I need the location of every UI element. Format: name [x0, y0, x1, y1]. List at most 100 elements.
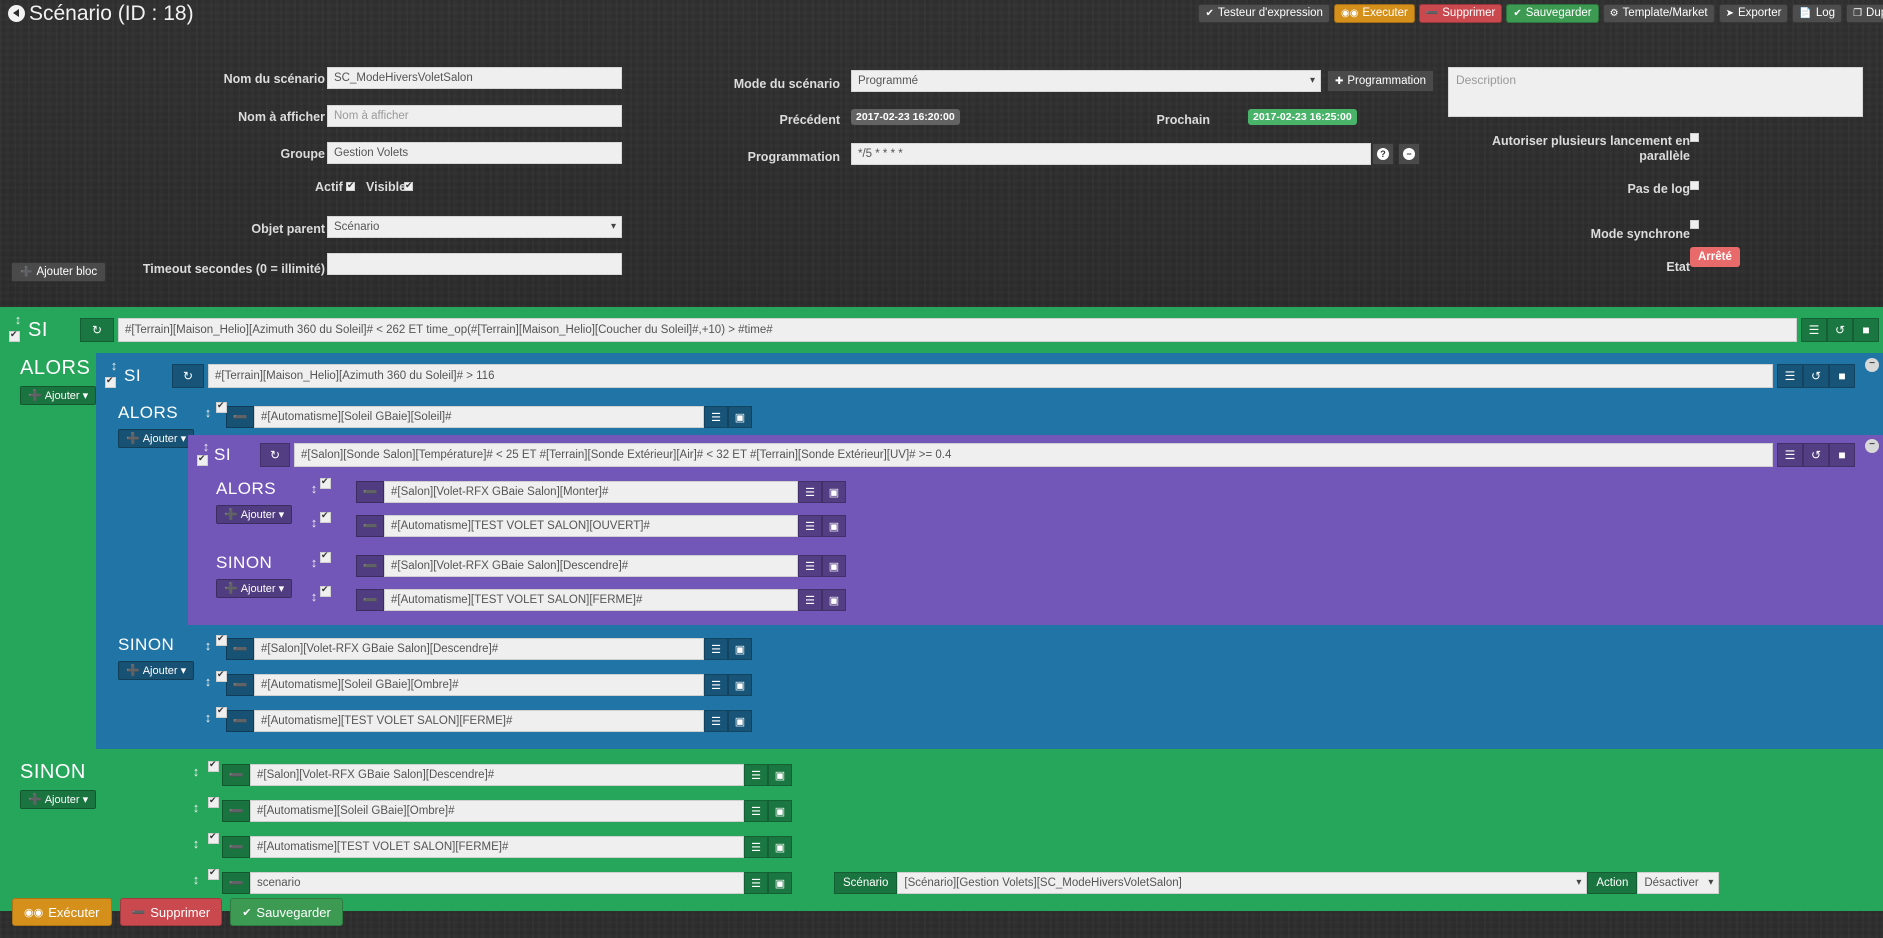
purple-alors-ajouter-button[interactable]: ➕ Ajouter ▾	[216, 505, 293, 524]
blue-si-refresh-button[interactable]: ↻	[172, 364, 204, 388]
purple-sinon-ajouter-button[interactable]: ➕ Ajouter ▾	[216, 579, 293, 598]
purple-sinon-action-1-window-button[interactable]: ▣	[822, 589, 846, 611]
programmation-button[interactable]: ✚ Programmation	[1327, 70, 1435, 92]
drag-handle-icon[interactable]: ↕	[108, 359, 120, 372]
purple-alors-action-0-list-button[interactable]: ☰	[798, 481, 822, 503]
green-sinon-action-1-remove-button[interactable]: ➖	[222, 800, 250, 822]
programmation-remove-button[interactable]: −	[1398, 143, 1420, 165]
blue-sinon-action-2-checkbox[interactable]	[216, 705, 227, 718]
drag-handle-icon[interactable]: ↕	[12, 313, 24, 326]
programmation-help-button[interactable]: ?	[1372, 143, 1394, 165]
green-sinon-action-2-input[interactable]: #[Automatisme][TEST VOLET SALON][FERME]#	[250, 836, 744, 858]
drag-handle-icon[interactable]: ↕	[308, 590, 320, 603]
purple-sinon-action-0-remove-button[interactable]: ➖	[356, 555, 384, 577]
blue-si-history-button[interactable]: ↺	[1803, 364, 1829, 388]
blue-alors-action-window-button[interactable]: ▣	[728, 406, 752, 428]
purple-si-box-button[interactable]: ■	[1829, 443, 1855, 467]
drag-handle-icon[interactable]: ↕	[190, 873, 202, 886]
drag-handle-icon[interactable]: ↕	[202, 711, 214, 724]
blue-sinon-action-0-window-button[interactable]: ▣	[728, 638, 752, 660]
testeur-expression-button[interactable]: ✔ Testeur d'expression	[1198, 4, 1330, 23]
blue-alors-action-remove-button[interactable]: ➖	[226, 406, 254, 428]
green-sinon-action-2-checkbox[interactable]	[208, 831, 219, 844]
purple-sinon-action-0-input[interactable]: #[Salon][Volet-RFX GBaie Salon][Descendr…	[384, 555, 798, 577]
purple-alors-action-0-input[interactable]: #[Salon][Volet-RFX GBaie Salon][Monter]#	[384, 481, 798, 503]
purple-alors-action-0-checkbox[interactable]	[320, 476, 331, 489]
objet-parent-select[interactable]: Scénario	[327, 216, 622, 238]
groupe-input[interactable]: Gestion Volets	[327, 142, 622, 164]
mode-scenario-select[interactable]: Programmé	[851, 70, 1321, 92]
nom-afficher-input[interactable]: Nom à afficher	[327, 105, 622, 127]
purple-sinon-action-1-remove-button[interactable]: ➖	[356, 589, 384, 611]
blue-sinon-action-2-remove-button[interactable]: ➖	[226, 710, 254, 732]
blue-si-box-button[interactable]: ■	[1829, 364, 1855, 388]
blue-alors-action-list-button[interactable]: ☰	[704, 406, 728, 428]
purple-alors-action-1-list-button[interactable]: ☰	[798, 515, 822, 537]
drag-handle-icon[interactable]: ↕	[190, 765, 202, 778]
blue-sinon-action-0-remove-button[interactable]: ➖	[226, 638, 254, 660]
blue-sinon-action-1-window-button[interactable]: ▣	[728, 674, 752, 696]
green-sinon-action-2-list-button[interactable]: ☰	[744, 836, 768, 858]
blue-sinon-action-2-window-button[interactable]: ▣	[728, 710, 752, 732]
ajouter-bloc-button[interactable]: ➕ Ajouter bloc	[11, 262, 107, 282]
sauvegarder-button[interactable]: ✔ Sauvegarder	[1506, 4, 1599, 23]
green-sinon-action-3-checkbox[interactable]	[208, 867, 219, 880]
green-sinon-action-1-checkbox[interactable]	[208, 795, 219, 808]
log-button[interactable]: 📄 Log	[1792, 4, 1843, 23]
blue-sinon-action-1-list-button[interactable]: ☰	[704, 674, 728, 696]
nom-scenario-input[interactable]: SC_ModeHiversVoletSalon	[327, 67, 622, 89]
back-arrow-icon[interactable]	[8, 5, 25, 22]
blue-sinon-action-0-list-button[interactable]: ☰	[704, 638, 728, 660]
blue-alors-ajouter-button[interactable]: ➕ Ajouter ▾	[118, 429, 195, 448]
blue-si-enable-checkbox[interactable]	[105, 375, 116, 388]
purple-sinon-action-1-input[interactable]: #[Automatisme][TEST VOLET SALON][FERME]#	[384, 589, 798, 611]
purple-sinon-action-0-window-button[interactable]: ▣	[822, 555, 846, 577]
blue-sinon-action-2-list-button[interactable]: ☰	[704, 710, 728, 732]
dupliquer-button[interactable]: ❐Duplic	[1846, 4, 1883, 23]
drag-handle-icon[interactable]: ↕	[202, 639, 214, 652]
green-sinon-action-0-remove-button[interactable]: ➖	[222, 764, 250, 786]
purple-sinon-action-0-list-button[interactable]: ☰	[798, 555, 822, 577]
blue-sinon-action-1-remove-button[interactable]: ➖	[226, 674, 254, 696]
blue-sinon-action-1-checkbox[interactable]	[216, 669, 227, 682]
parallele-checkbox[interactable]	[1690, 133, 1699, 142]
blue-sinon-action-1-input[interactable]: #[Automatisme][Soleil GBaie][Ombre]#	[254, 674, 704, 696]
blue-sinon-ajouter-button[interactable]: ➕ Ajouter ▾	[118, 661, 195, 680]
purple-si-enable-checkbox[interactable]	[197, 453, 208, 466]
purple-alors-action-1-input[interactable]: #[Automatisme][TEST VOLET SALON][OUVERT]…	[384, 515, 798, 537]
purple-alors-action-0-remove-button[interactable]: ➖	[356, 481, 384, 503]
sauvegarder-bottom-button[interactable]: ✔ Sauvegarder	[230, 898, 343, 926]
purple-si-refresh-button[interactable]: ↻	[260, 443, 290, 467]
purple-sinon-action-1-list-button[interactable]: ☰	[798, 589, 822, 611]
green-sinon-action-1-window-button[interactable]: ▣	[768, 800, 792, 822]
green-sinon-ajouter-button[interactable]: ➕ Ajouter ▾	[20, 790, 97, 809]
green-si-enable-checkbox[interactable]	[9, 329, 20, 342]
purple-alors-action-0-window-button[interactable]: ▣	[822, 481, 846, 503]
drag-handle-icon[interactable]: ↕	[202, 675, 214, 688]
purple-alors-action-1-checkbox[interactable]	[320, 510, 331, 523]
drag-handle-icon[interactable]: ↕	[190, 801, 202, 814]
executer-bottom-button[interactable]: ◉◉ Exécuter	[12, 898, 112, 926]
actif-checkbox[interactable]	[346, 180, 355, 191]
programmation-input[interactable]: */5 * * * *	[851, 143, 1371, 165]
green-sinon-action-0-window-button[interactable]: ▣	[768, 764, 792, 786]
green-sinon-action-2-window-button[interactable]: ▣	[768, 836, 792, 858]
description-textarea[interactable]: Description	[1448, 67, 1863, 117]
green-si-refresh-button[interactable]: ↻	[80, 318, 114, 342]
drag-handle-icon[interactable]: ↕	[308, 482, 320, 495]
exporter-button[interactable]: ➤ Exporter	[1718, 4, 1789, 23]
green-sinon-action-0-list-button[interactable]: ☰	[744, 764, 768, 786]
green-si-box-button[interactable]: ■	[1853, 318, 1879, 342]
drag-handle-icon[interactable]: ↕	[202, 406, 214, 419]
blue-alors-action-input[interactable]: #[Automatisme][Soleil GBaie][Soleil]#	[254, 406, 704, 428]
blue-alors-action-checkbox[interactable]	[216, 400, 227, 413]
blue-si-list-button[interactable]: ☰	[1777, 364, 1803, 388]
template-market-button[interactable]: ⚙ Template/Market	[1602, 4, 1715, 23]
purple-sinon-action-0-checkbox[interactable]	[320, 550, 331, 563]
green-sinon-action-1-input[interactable]: #[Automatisme][Soleil GBaie][Ombre]#	[250, 800, 744, 822]
drag-handle-icon[interactable]: ↕	[200, 440, 212, 453]
mode-synchrone-checkbox[interactable]	[1690, 220, 1699, 229]
blue-sinon-action-0-input[interactable]: #[Salon][Volet-RFX GBaie Salon][Descendr…	[254, 638, 704, 660]
green-si-history-button[interactable]: ↺	[1827, 318, 1853, 342]
green-sinon-action-1-list-button[interactable]: ☰	[744, 800, 768, 822]
